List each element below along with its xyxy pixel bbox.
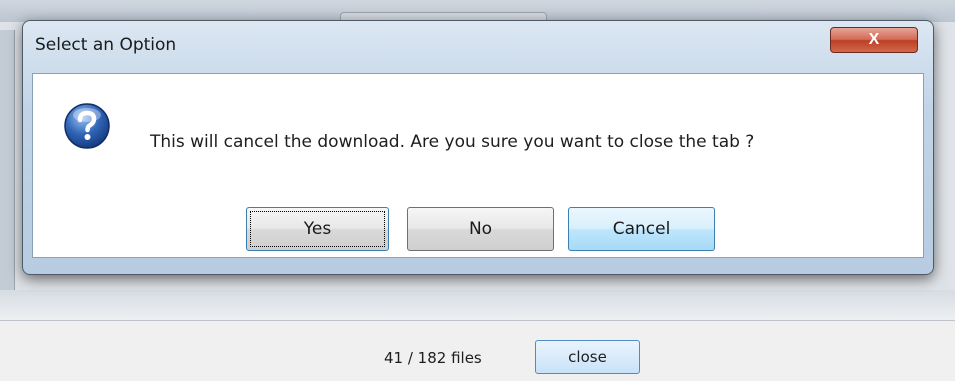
dialog-message: This will cancel the download. Are you s… [150,132,755,152]
dialog-title: Select an Option [35,35,177,55]
confirm-dialog: Select an Option X This will cancel the … [22,20,934,275]
yes-button[interactable]: Yes [246,207,389,251]
background-panel [0,290,955,320]
close-icon: X [868,31,880,48]
question-icon [64,103,110,149]
file-count-label: 41 / 182 files [384,349,482,367]
background-frame-edge [0,30,15,300]
cancel-button[interactable]: Cancel [568,207,715,251]
dialog-close-button[interactable]: X [830,27,918,53]
no-button[interactable]: No [407,207,554,251]
footer-close-button[interactable]: close [535,340,640,374]
dialog-body: This will cancel the download. Are you s… [32,73,924,258]
